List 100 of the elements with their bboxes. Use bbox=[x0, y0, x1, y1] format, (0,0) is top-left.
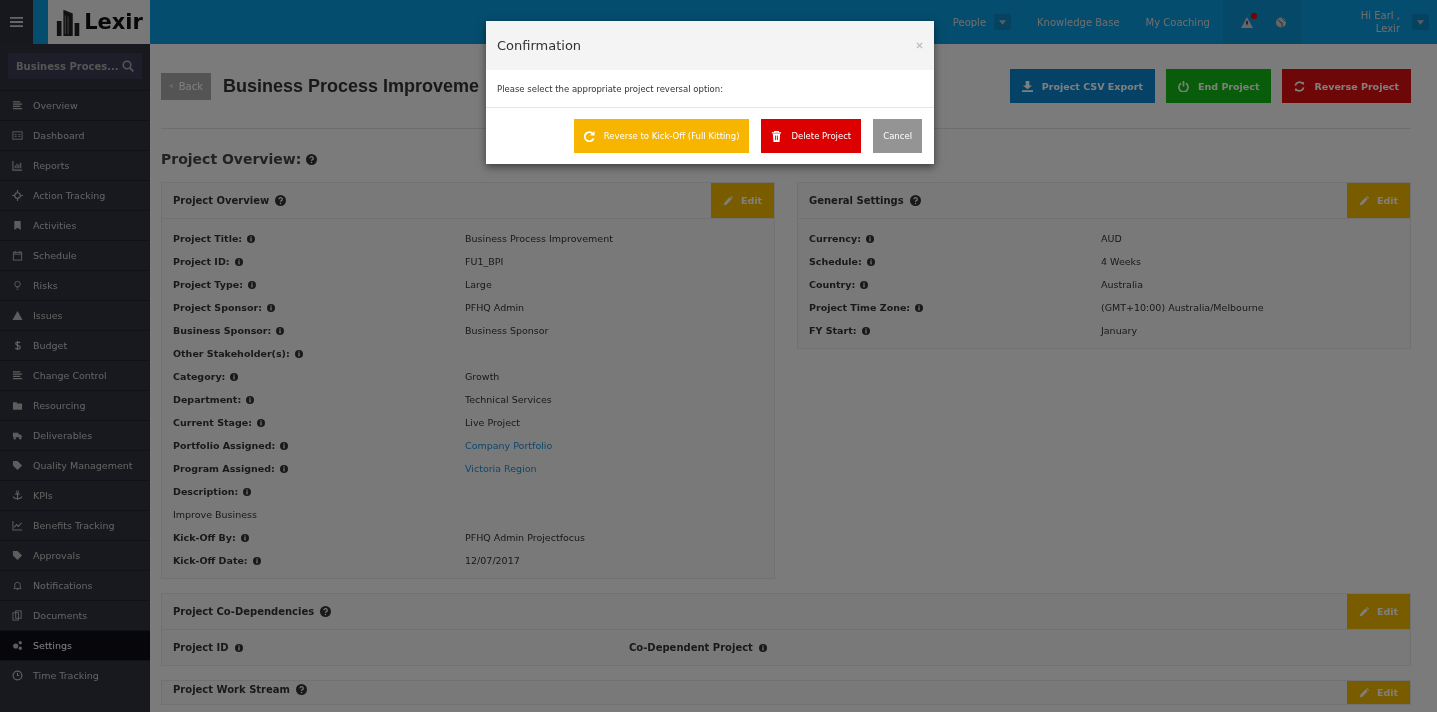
field-label: Schedule: bbox=[809, 256, 862, 267]
dropdown-button[interactable] bbox=[1412, 14, 1429, 30]
pencil-icon bbox=[1358, 195, 1369, 206]
card-title: Project Overview bbox=[173, 195, 270, 206]
clock-icon bbox=[12, 670, 23, 681]
field-label: Program Assigned: bbox=[173, 463, 275, 474]
sidebar-label[interactable]: Action Tracking bbox=[33, 190, 106, 201]
user-greeting[interactable]: Hi Earl , bbox=[1360, 9, 1400, 22]
search-field[interactable]: Business Proces... bbox=[8, 53, 142, 79]
edit-button[interactable]: Edit bbox=[1347, 681, 1410, 704]
menu-button[interactable] bbox=[0, 0, 33, 44]
info-icon bbox=[915, 303, 924, 312]
sidebar-label[interactable]: Schedule bbox=[33, 250, 77, 261]
field-label: Kick-Off By: bbox=[173, 532, 236, 543]
field-value: Business Process Improvement bbox=[465, 233, 613, 244]
field-value: 12/07/2017 bbox=[465, 555, 520, 566]
column-header: Project ID bbox=[173, 642, 229, 653]
nav-item[interactable]: Knowledge Base bbox=[1024, 0, 1133, 44]
close-button[interactable] bbox=[916, 42, 923, 49]
pencil-icon bbox=[1358, 606, 1369, 617]
info-icon bbox=[240, 533, 249, 542]
edit-button[interactable]: Edit bbox=[1347, 594, 1410, 629]
field-value: Business Sponsor bbox=[465, 325, 549, 336]
sidebar-label[interactable]: Notifications bbox=[33, 580, 93, 591]
logo[interactable]: Lexir bbox=[48, 0, 150, 44]
field-link[interactable]: Company Portfolio bbox=[465, 440, 553, 451]
sidebar-label[interactable]: Budget bbox=[33, 340, 68, 351]
warning-icon[interactable] bbox=[1240, 16, 1253, 28]
chart-icon bbox=[12, 520, 23, 531]
sidebar-item[interactable]: Settings bbox=[0, 630, 150, 660]
field-label: Category: bbox=[173, 371, 226, 382]
calendar-icon bbox=[12, 250, 23, 261]
action-button[interactable]: Project CSV Export bbox=[1009, 69, 1156, 103]
info-icon bbox=[860, 280, 869, 289]
nav-item[interactable]: My Coaching bbox=[1132, 0, 1223, 44]
user-name[interactable]: Lexir bbox=[1375, 22, 1400, 35]
field-label: Project Time Zone: bbox=[809, 302, 911, 313]
field-value: FU1_BPI bbox=[465, 256, 504, 267]
target-icon bbox=[12, 190, 23, 201]
sidebar-label[interactable]: Activities bbox=[33, 220, 77, 231]
info-icon bbox=[861, 326, 870, 335]
globe-icon[interactable] bbox=[1274, 16, 1287, 28]
card-title: General Settings bbox=[809, 195, 904, 206]
lines-icon bbox=[12, 370, 23, 381]
sidebar-label[interactable]: Settings bbox=[33, 640, 72, 651]
nav-label[interactable]: People bbox=[952, 16, 987, 28]
field-label: Business Sponsor: bbox=[173, 325, 272, 336]
action-button[interactable]: Reverse Project bbox=[1282, 69, 1411, 103]
sidebar-label[interactable]: Change Control bbox=[33, 370, 107, 381]
field-value: Technical Services bbox=[465, 394, 552, 405]
card-title: Project Co-Dependencies bbox=[173, 606, 315, 617]
field-value: Large bbox=[465, 279, 492, 290]
dialog-button[interactable]: Reverse to Kick-Off (Full Kitting) bbox=[573, 119, 750, 153]
field-link[interactable]: Victoria Region bbox=[465, 463, 537, 474]
sidebar-label[interactable]: Issues bbox=[33, 310, 63, 321]
field-value: Australia bbox=[1101, 279, 1144, 290]
tag-icon bbox=[12, 550, 23, 561]
sidebar-label[interactable]: KPIs bbox=[33, 490, 53, 501]
help-icon bbox=[275, 195, 287, 206]
sidebar-label[interactable]: Dashboard bbox=[33, 130, 85, 141]
search-icon[interactable] bbox=[122, 60, 134, 72]
field-label: Currency: bbox=[809, 233, 861, 244]
pencil-icon bbox=[1358, 687, 1369, 698]
caret-icon bbox=[999, 19, 1007, 25]
sidebar-label[interactable]: Benefits Tracking bbox=[33, 520, 115, 531]
edit-button[interactable]: Edit bbox=[711, 183, 774, 218]
info-icon bbox=[865, 234, 874, 243]
field-label: Other Stakeholder(s): bbox=[173, 348, 290, 359]
info-icon bbox=[280, 441, 289, 450]
sidebar-label[interactable]: Overview bbox=[33, 100, 78, 111]
sidebar-label[interactable]: Risks bbox=[33, 280, 58, 291]
field-label: Project ID: bbox=[173, 256, 230, 267]
dialog-button[interactable]: Delete Project bbox=[761, 119, 862, 153]
sidebar-label[interactable]: Resourcing bbox=[33, 400, 86, 411]
trash-icon bbox=[771, 130, 783, 142]
gears-icon bbox=[12, 640, 23, 651]
field-label: Department: bbox=[173, 394, 242, 405]
sidebar-label[interactable]: Time Tracking bbox=[33, 670, 99, 681]
field-label: Current Stage: bbox=[173, 417, 252, 428]
nav-item[interactable]: People bbox=[939, 0, 1025, 44]
refresh-icon bbox=[1294, 80, 1306, 92]
sidebar-label[interactable]: Documents bbox=[33, 610, 88, 621]
action-button[interactable]: End Project bbox=[1166, 69, 1272, 103]
sidebar-label[interactable]: Approvals bbox=[33, 550, 81, 561]
edit-button[interactable]: Edit bbox=[1347, 183, 1410, 218]
dialog-button[interactable]: Cancel bbox=[873, 119, 922, 153]
field-value: (GMT+10:00) Australia/Melbourne bbox=[1101, 302, 1264, 313]
info-icon bbox=[246, 395, 255, 404]
bookmark-icon bbox=[12, 220, 23, 231]
dollar-icon bbox=[12, 340, 23, 351]
dropdown-button[interactable] bbox=[994, 14, 1012, 30]
nav-label[interactable]: Knowledge Base bbox=[1037, 16, 1120, 28]
nav-label[interactable]: My Coaching bbox=[1145, 16, 1210, 28]
sidebar-label[interactable]: Quality Management bbox=[33, 460, 133, 471]
tag-icon bbox=[12, 460, 23, 471]
sidebar-label[interactable]: Reports bbox=[33, 160, 70, 171]
field-label: Kick-Off Date: bbox=[173, 555, 248, 566]
bell-icon bbox=[12, 580, 23, 591]
sidebar-label[interactable]: Deliverables bbox=[33, 430, 93, 441]
info-icon bbox=[252, 556, 261, 565]
